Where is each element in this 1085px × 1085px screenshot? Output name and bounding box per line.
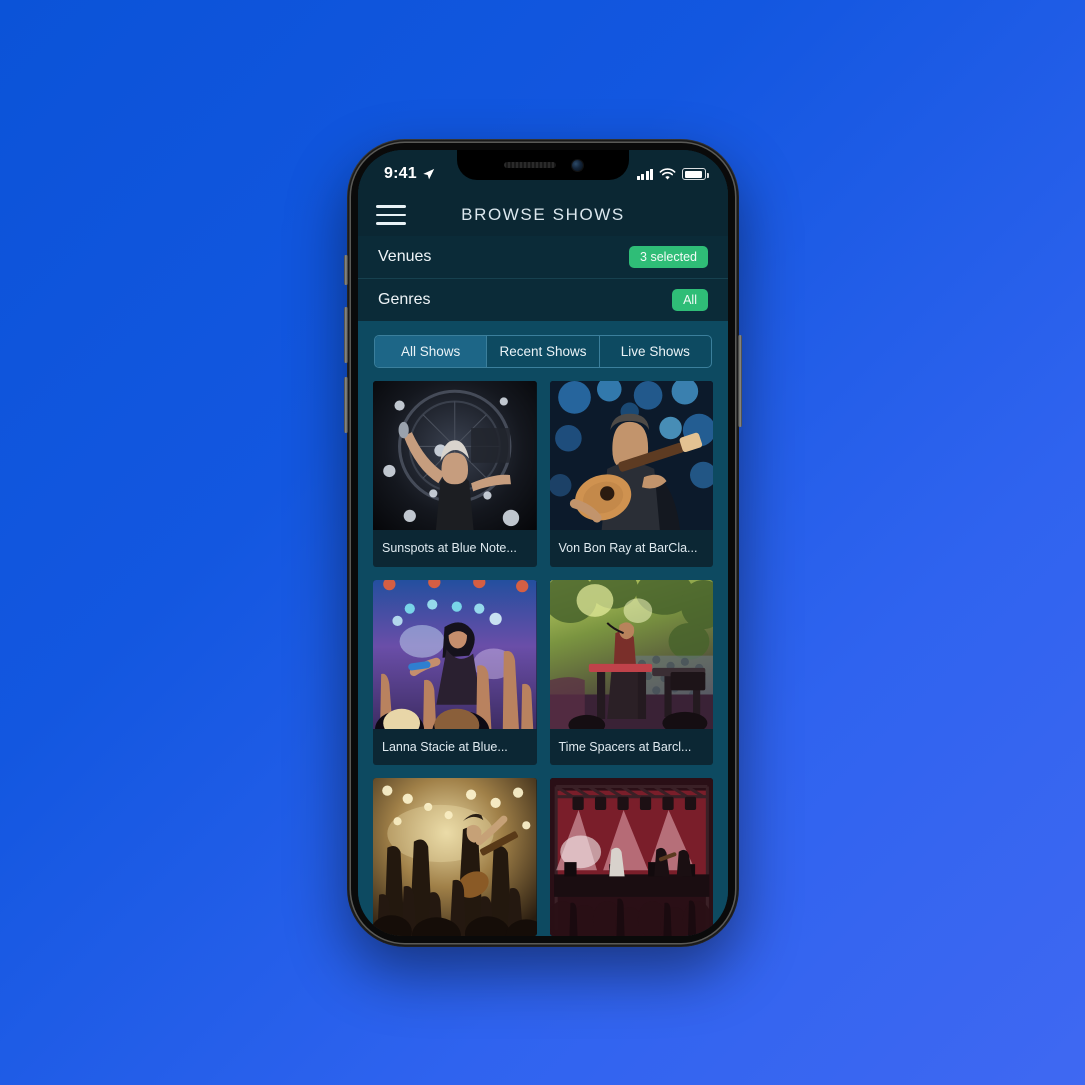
show-card-title: Lanna Stacie at Blue... <box>382 739 508 754</box>
show-card-title: Sunspots at Blue Note... <box>382 541 517 556</box>
genres-badge[interactable]: All <box>672 288 708 312</box>
show-card[interactable]: Von Bon Ray at BarCla... <box>549 381 713 567</box>
menu-line <box>376 222 406 225</box>
show-card[interactable]: Lanna Stacie at Blue... <box>373 579 537 765</box>
filter-row-genres[interactable]: Genres All <box>358 279 728 321</box>
status-indicators <box>636 167 709 181</box>
hamburger-menu-icon[interactable] <box>376 202 406 228</box>
volume-up-button[interactable] <box>344 307 348 363</box>
earpiece-speaker-icon <box>503 162 556 168</box>
menu-line <box>376 213 406 217</box>
power-button[interactable] <box>738 335 742 427</box>
front-camera-icon <box>571 159 583 171</box>
show-thumbnail-band-on-stage-golden-smoke-crowd <box>373 778 537 936</box>
location-arrow-icon <box>423 168 435 179</box>
cellular-signal-icon <box>636 168 653 180</box>
silent-switch-button[interactable] <box>344 255 348 285</box>
wifi-icon <box>659 167 676 180</box>
show-thumbnail-acoustic-guitarist-blue-bokeh <box>549 381 713 531</box>
show-card[interactable] <box>373 778 537 936</box>
show-card[interactable]: Time Spacers at Barcl... <box>549 579 713 765</box>
show-card[interactable] <box>549 778 713 936</box>
show-card-title: Von Bon Ray at BarCla... <box>558 541 698 556</box>
show-thumbnail-singer-arms-raised-dark-stage <box>373 381 537 531</box>
venues-badge[interactable]: 3 selected <box>629 245 708 269</box>
filter-row-venues[interactable]: Venues 3 selected <box>358 236 728 279</box>
device-notch <box>457 150 629 180</box>
tab-recent-shows[interactable]: Recent Shows <box>487 336 600 367</box>
show-thumbnail-rock-singer-purple-lights-crowd-hands <box>373 579 537 729</box>
tab-all-shows[interactable]: All Shows <box>375 336 488 367</box>
page-title: BROWSE SHOWS <box>461 205 625 224</box>
menu-line <box>376 205 406 208</box>
show-card-title: Time Spacers at Barcl... <box>558 739 692 754</box>
shows-grid: Sunspots at Blue Note... Von Bon Ray at … <box>358 368 728 936</box>
content-area: All Shows Recent Shows Live Shows Sunspo… <box>358 321 728 936</box>
filter-label-venues: Venues <box>378 248 432 265</box>
show-thumbnail-outdoor-daytime-festival-green-trees <box>549 579 713 729</box>
volume-down-button[interactable] <box>344 377 348 433</box>
phone-screen: 9:41 BROWSE SHOWS Venues 3 selected Genr… <box>358 150 728 936</box>
phone-device-frame: 9:41 BROWSE SHOWS Venues 3 selected Genr… <box>344 139 742 947</box>
tab-live-shows[interactable]: Live Shows <box>600 336 711 367</box>
navigation-bar: BROWSE SHOWS <box>358 194 728 236</box>
browse-shows-app: 9:41 BROWSE SHOWS Venues 3 selected Genr… <box>358 150 728 936</box>
status-time-group: 9:41 <box>384 165 435 183</box>
filter-label-genres: Genres <box>378 291 431 308</box>
shows-tab-bar: All Shows Recent Shows Live Shows <box>374 335 712 368</box>
status-time-label: 9:41 <box>384 165 417 182</box>
show-thumbnail-festival-stage-red-lights-large-crowd <box>549 778 713 936</box>
battery-icon <box>682 168 709 180</box>
show-card[interactable]: Sunspots at Blue Note... <box>373 381 537 567</box>
